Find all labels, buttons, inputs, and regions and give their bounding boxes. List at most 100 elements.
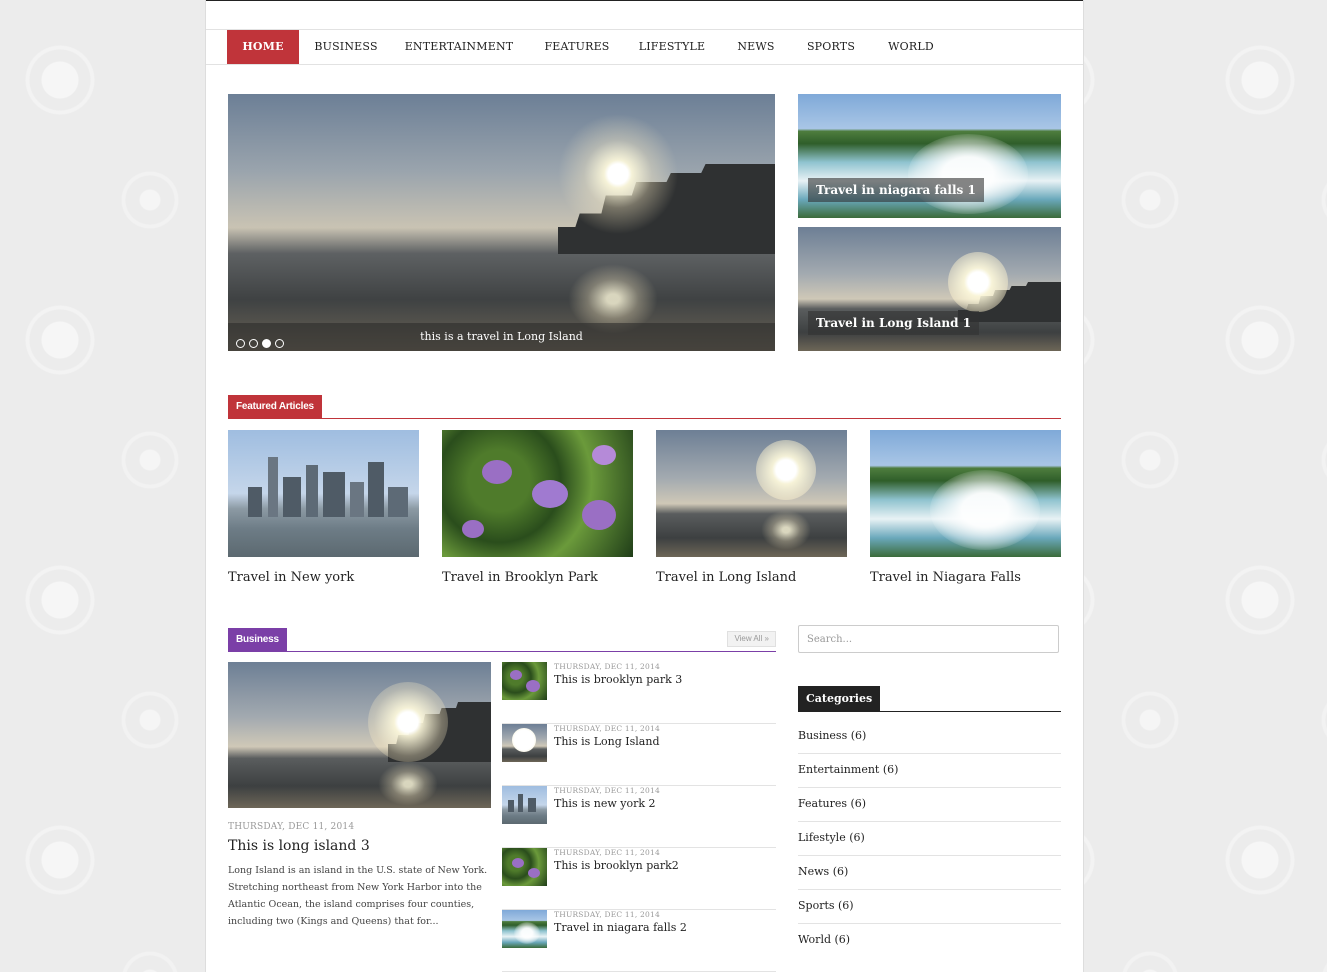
petal [512, 858, 524, 868]
list-date: THURSDAY, DEC 11, 2014 [554, 786, 660, 795]
slider-dot-3[interactable] [262, 339, 271, 348]
falls-mist [514, 922, 540, 944]
list-item[interactable]: THURSDAY, DEC 11, 2014 This is Long Isla… [502, 724, 776, 786]
featured-label: Featured Articles [228, 395, 322, 419]
building [248, 487, 262, 517]
nav-home[interactable]: HOME [227, 30, 299, 64]
slider-dots [236, 333, 288, 348]
building [508, 800, 514, 812]
list-title[interactable]: This is new york 2 [554, 797, 656, 810]
list-item[interactable]: THURSDAY, DEC 11, 2014 Travel in niagara… [502, 910, 776, 972]
list-date: THURSDAY, DEC 11, 2014 [554, 662, 660, 671]
featured-image-brooklyn[interactable] [442, 430, 633, 557]
featured-title[interactable]: Travel in Niagara Falls [870, 570, 1061, 585]
building [350, 482, 364, 517]
featured-image-niagara[interactable] [870, 430, 1061, 557]
building [518, 794, 523, 812]
building [283, 477, 301, 517]
list-date: THURSDAY, DEC 11, 2014 [554, 724, 660, 733]
business-main-article: THURSDAY, DEC 11, 2014 This is long isla… [228, 662, 491, 930]
main-slider[interactable]: this is a travel in Long Island [228, 94, 775, 351]
category-lifestyle[interactable]: Lifestyle (6) [798, 822, 1061, 856]
slider-caption[interactable]: this is a travel in Long Island [228, 323, 775, 351]
petal [526, 680, 540, 692]
featured-title[interactable]: Travel in New york [228, 570, 419, 585]
featured-article[interactable]: Travel in Long Island [656, 430, 847, 585]
nav-features[interactable]: FEATURES [534, 30, 620, 64]
thumb-sun [512, 728, 536, 752]
biz-sun [368, 682, 448, 762]
nav-news[interactable]: NEWS [724, 30, 788, 64]
view-all-button[interactable]: View All » [727, 631, 776, 647]
nav-sports[interactable]: SPORTS [798, 30, 864, 64]
slider-dot-4[interactable] [275, 339, 284, 348]
building [323, 472, 345, 517]
slider-dot-1[interactable] [236, 339, 245, 348]
nav-lifestyle[interactable]: LIFESTYLE [630, 30, 714, 64]
side-slide-caption[interactable]: Travel in niagara falls 1 [808, 178, 984, 202]
category-sports[interactable]: Sports (6) [798, 890, 1061, 924]
featured-sun [756, 440, 816, 500]
list-title[interactable]: This is Long Island [554, 735, 659, 748]
page-container: HOME BUSINESS ENTERTAINMENT FEATURES LIF… [205, 0, 1084, 972]
business-main-image[interactable] [228, 662, 491, 808]
nav-business[interactable]: BUSINESS [306, 30, 386, 64]
building [306, 465, 318, 517]
list-title[interactable]: This is brooklyn park 3 [554, 673, 682, 686]
list-title[interactable]: This is brooklyn park2 [554, 859, 679, 872]
business-label[interactable]: Business [228, 628, 287, 652]
petal [482, 460, 512, 484]
featured-article[interactable]: Travel in New york [228, 430, 419, 585]
falls-mist [930, 470, 1040, 550]
building [368, 462, 384, 517]
category-entertainment[interactable]: Entertainment (6) [798, 754, 1061, 788]
nav-world[interactable]: WORLD [876, 30, 946, 64]
featured-image-newyork[interactable] [228, 430, 419, 557]
search-input[interactable] [798, 625, 1059, 653]
building [268, 457, 278, 517]
slider-sun [558, 114, 678, 234]
thumbnail[interactable] [502, 662, 547, 700]
list-item[interactable]: THURSDAY, DEC 11, 2014 This is brooklyn … [502, 662, 776, 724]
category-news[interactable]: News (6) [798, 856, 1061, 890]
slider-dot-2[interactable] [249, 339, 258, 348]
featured-article[interactable]: Travel in Niagara Falls [870, 430, 1061, 585]
side-slide-long-island[interactable]: Travel in Long Island 1 [798, 227, 1061, 351]
thumbnail[interactable] [502, 848, 547, 886]
list-title[interactable]: Travel in niagara falls 2 [554, 921, 687, 934]
thumbnail[interactable] [502, 786, 547, 824]
featured-reflection [761, 510, 811, 550]
article-title[interactable]: This is long island 3 [228, 838, 491, 854]
category-features[interactable]: Features (6) [798, 788, 1061, 822]
side-slide-caption[interactable]: Travel in Long Island 1 [808, 311, 980, 335]
featured-title[interactable]: Travel in Brooklyn Park [442, 570, 633, 585]
thumbnail[interactable] [502, 910, 547, 948]
category-business[interactable]: Business (6) [798, 720, 1061, 754]
petal [592, 445, 616, 465]
categories-header: Categories [798, 685, 1061, 712]
list-date: THURSDAY, DEC 11, 2014 [554, 848, 660, 857]
category-world[interactable]: World (6) [798, 924, 1061, 957]
top-border [206, 0, 1083, 1]
featured-header: Featured Articles [228, 392, 1061, 419]
building [528, 798, 536, 812]
side-sun [948, 252, 1008, 312]
petal [528, 868, 540, 878]
petal [462, 520, 484, 538]
article-excerpt: Long Island is an island in the U.S. sta… [228, 865, 488, 927]
business-article-list: THURSDAY, DEC 11, 2014 This is brooklyn … [502, 662, 776, 972]
featured-article[interactable]: Travel in Brooklyn Park [442, 430, 633, 585]
list-item[interactable]: THURSDAY, DEC 11, 2014 This is brooklyn … [502, 848, 776, 910]
petal [582, 500, 616, 530]
featured-title[interactable]: Travel in Long Island [656, 570, 847, 585]
list-date: THURSDAY, DEC 11, 2014 [554, 910, 660, 919]
list-item[interactable]: THURSDAY, DEC 11, 2014 This is new york … [502, 786, 776, 848]
categories-label: Categories [798, 686, 881, 712]
side-slide-niagara[interactable]: Travel in niagara falls 1 [798, 94, 1061, 218]
petal [510, 670, 522, 680]
falls-mist [908, 134, 1028, 214]
thumbnail[interactable] [502, 724, 547, 762]
featured-image-long-island[interactable] [656, 430, 847, 557]
business-header: Business View All » [228, 625, 776, 652]
nav-entertainment[interactable]: ENTERTAINMENT [398, 30, 520, 64]
